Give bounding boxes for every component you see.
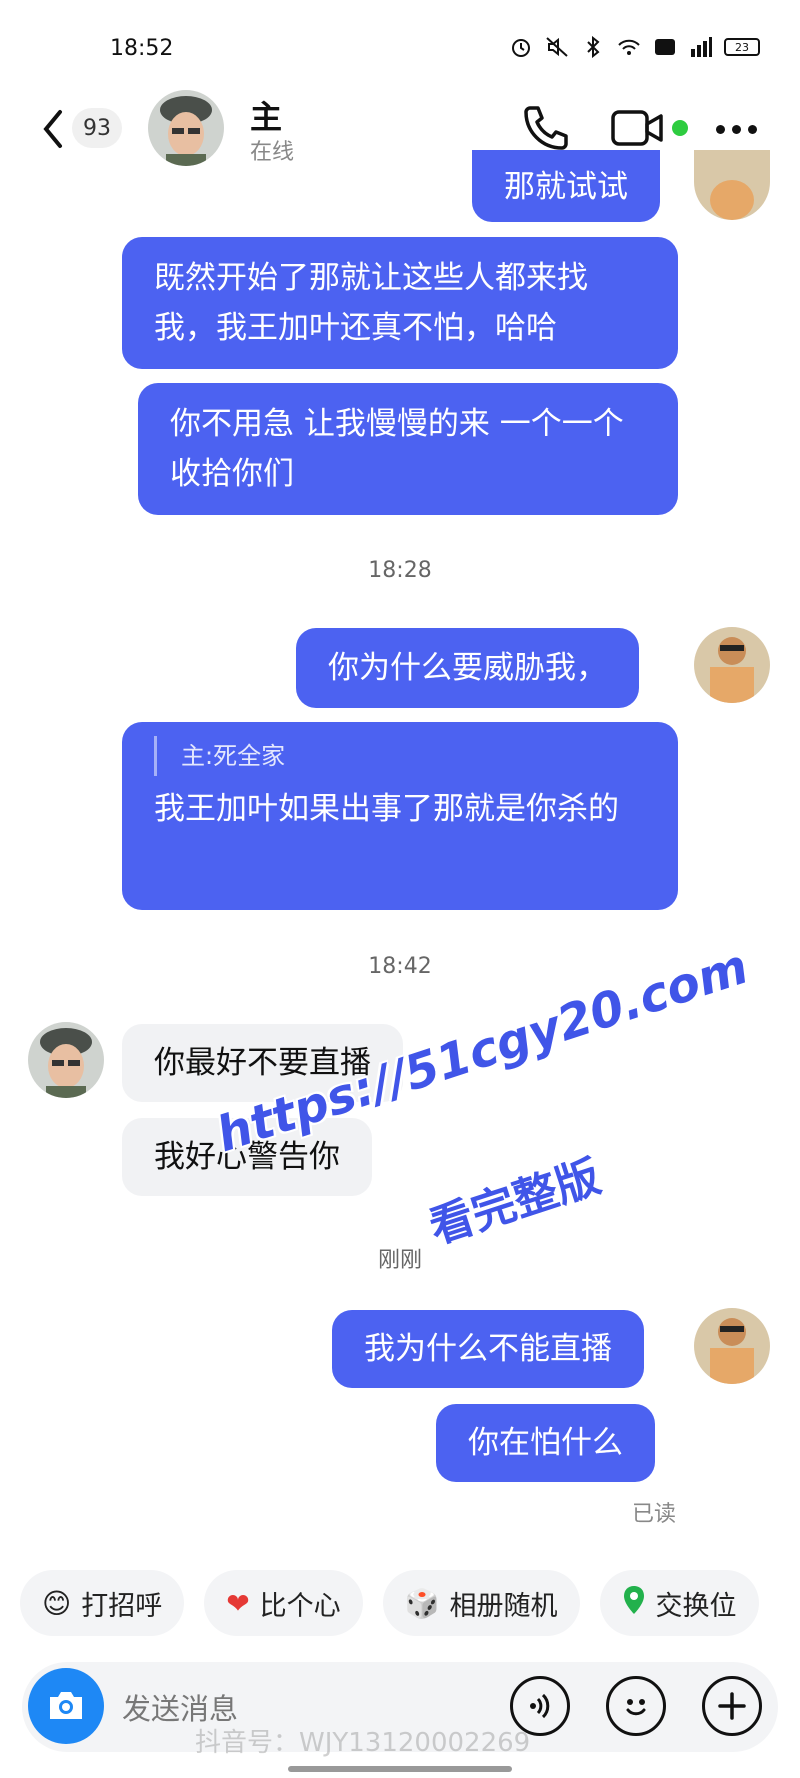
quick-reply-row: 😊 打招呼 ❤ 比个心 🎲 相册随机 交换位 (20, 1570, 800, 1640)
platform-watermark: 抖音号：WJY13120002269 (195, 1728, 531, 1758)
emoji-button[interactable] (606, 1676, 666, 1736)
contact-avatar[interactable] (148, 90, 224, 166)
quick-reply-heart[interactable]: ❤ 比个心 (204, 1570, 363, 1636)
message-bubble-outgoing[interactable]: 既然开始了那就让这些人都来找我，我王加叶还真不怕，哈哈 (122, 237, 678, 369)
quick-reply-random-album[interactable]: 🎲 相册随机 (382, 1570, 580, 1636)
message-bubble-outgoing[interactable]: 你不用急 让我慢慢的来 一个一个收拾你们 (138, 383, 678, 515)
message-bubble-outgoing[interactable]: 你在怕什么 (436, 1404, 655, 1482)
hd-icon (652, 36, 678, 58)
heart-icon: ❤ (226, 1586, 250, 1620)
voice-call-button[interactable] (520, 102, 572, 154)
message-text: 我王加叶如果出事了那就是你杀的 (154, 791, 619, 827)
wifi-icon (616, 36, 642, 58)
alarm-icon (508, 36, 534, 58)
status-time: 18:52 (110, 36, 174, 61)
voice-wave-icon (530, 1693, 550, 1719)
online-status: 在线 (250, 140, 295, 165)
quoted-message: 主:死全家 (154, 736, 646, 776)
chat-header: 93 主 在线 (0, 90, 800, 180)
phone-icon (524, 106, 568, 150)
video-camera-icon (611, 110, 663, 146)
timestamp: 刚刚 (377, 1248, 422, 1273)
chip-label: 打招呼 (81, 1590, 163, 1622)
chevron-left-icon (43, 110, 62, 148)
wave-emoji-icon: 😊 (42, 1586, 72, 1620)
status-bar: 18:52 23 (0, 0, 800, 100)
back-button[interactable] (38, 104, 68, 154)
video-call-button[interactable] (610, 106, 666, 150)
battery-icon: 23 (724, 38, 760, 56)
chip-label: 交换位 (655, 1590, 737, 1622)
status-icons: 23 (508, 36, 760, 58)
add-more-button[interactable] (702, 1676, 762, 1736)
quick-reply-greet[interactable]: 😊 打招呼 (20, 1570, 185, 1636)
plus-icon (718, 1692, 746, 1720)
online-indicator (672, 120, 688, 136)
quick-reply-exchange-location[interactable]: 交换位 (599, 1570, 759, 1636)
message-bubble-quote-reply[interactable]: 主:死全家 我王加叶如果出事了那就是你杀的 (122, 722, 678, 910)
camera-icon (50, 1692, 82, 1719)
bluetooth-icon (580, 36, 606, 58)
smiley-icon (626, 1699, 646, 1716)
signal-icon (688, 36, 714, 58)
more-options-button[interactable] (716, 114, 766, 144)
my-avatar[interactable] (694, 150, 770, 220)
camera-button[interactable] (28, 1668, 104, 1744)
location-pin-icon (622, 1585, 646, 1622)
chip-label: 比个心 (259, 1590, 341, 1622)
home-indicator[interactable] (288, 1766, 512, 1772)
watermark-text: 看完整版 (423, 1151, 607, 1254)
message-bubble-outgoing[interactable]: 那就试试 (472, 150, 660, 222)
message-bubble-outgoing[interactable]: 你为什么要威胁我， (296, 628, 639, 708)
timestamp: 18:28 (368, 558, 432, 583)
read-receipt: 已读 (631, 1502, 676, 1527)
contact-message-avatar[interactable] (28, 1022, 104, 1098)
my-avatar[interactable] (694, 1308, 770, 1384)
unread-count-badge: 93 (72, 108, 122, 148)
dice-icon: 🎲 (404, 1586, 440, 1620)
chip-label: 相册随机 (449, 1590, 558, 1622)
my-avatar[interactable] (694, 627, 770, 703)
mute-icon (544, 36, 570, 58)
message-bubble-outgoing[interactable]: 我为什么不能直播 (332, 1310, 644, 1388)
contact-name: 主 (250, 98, 283, 136)
